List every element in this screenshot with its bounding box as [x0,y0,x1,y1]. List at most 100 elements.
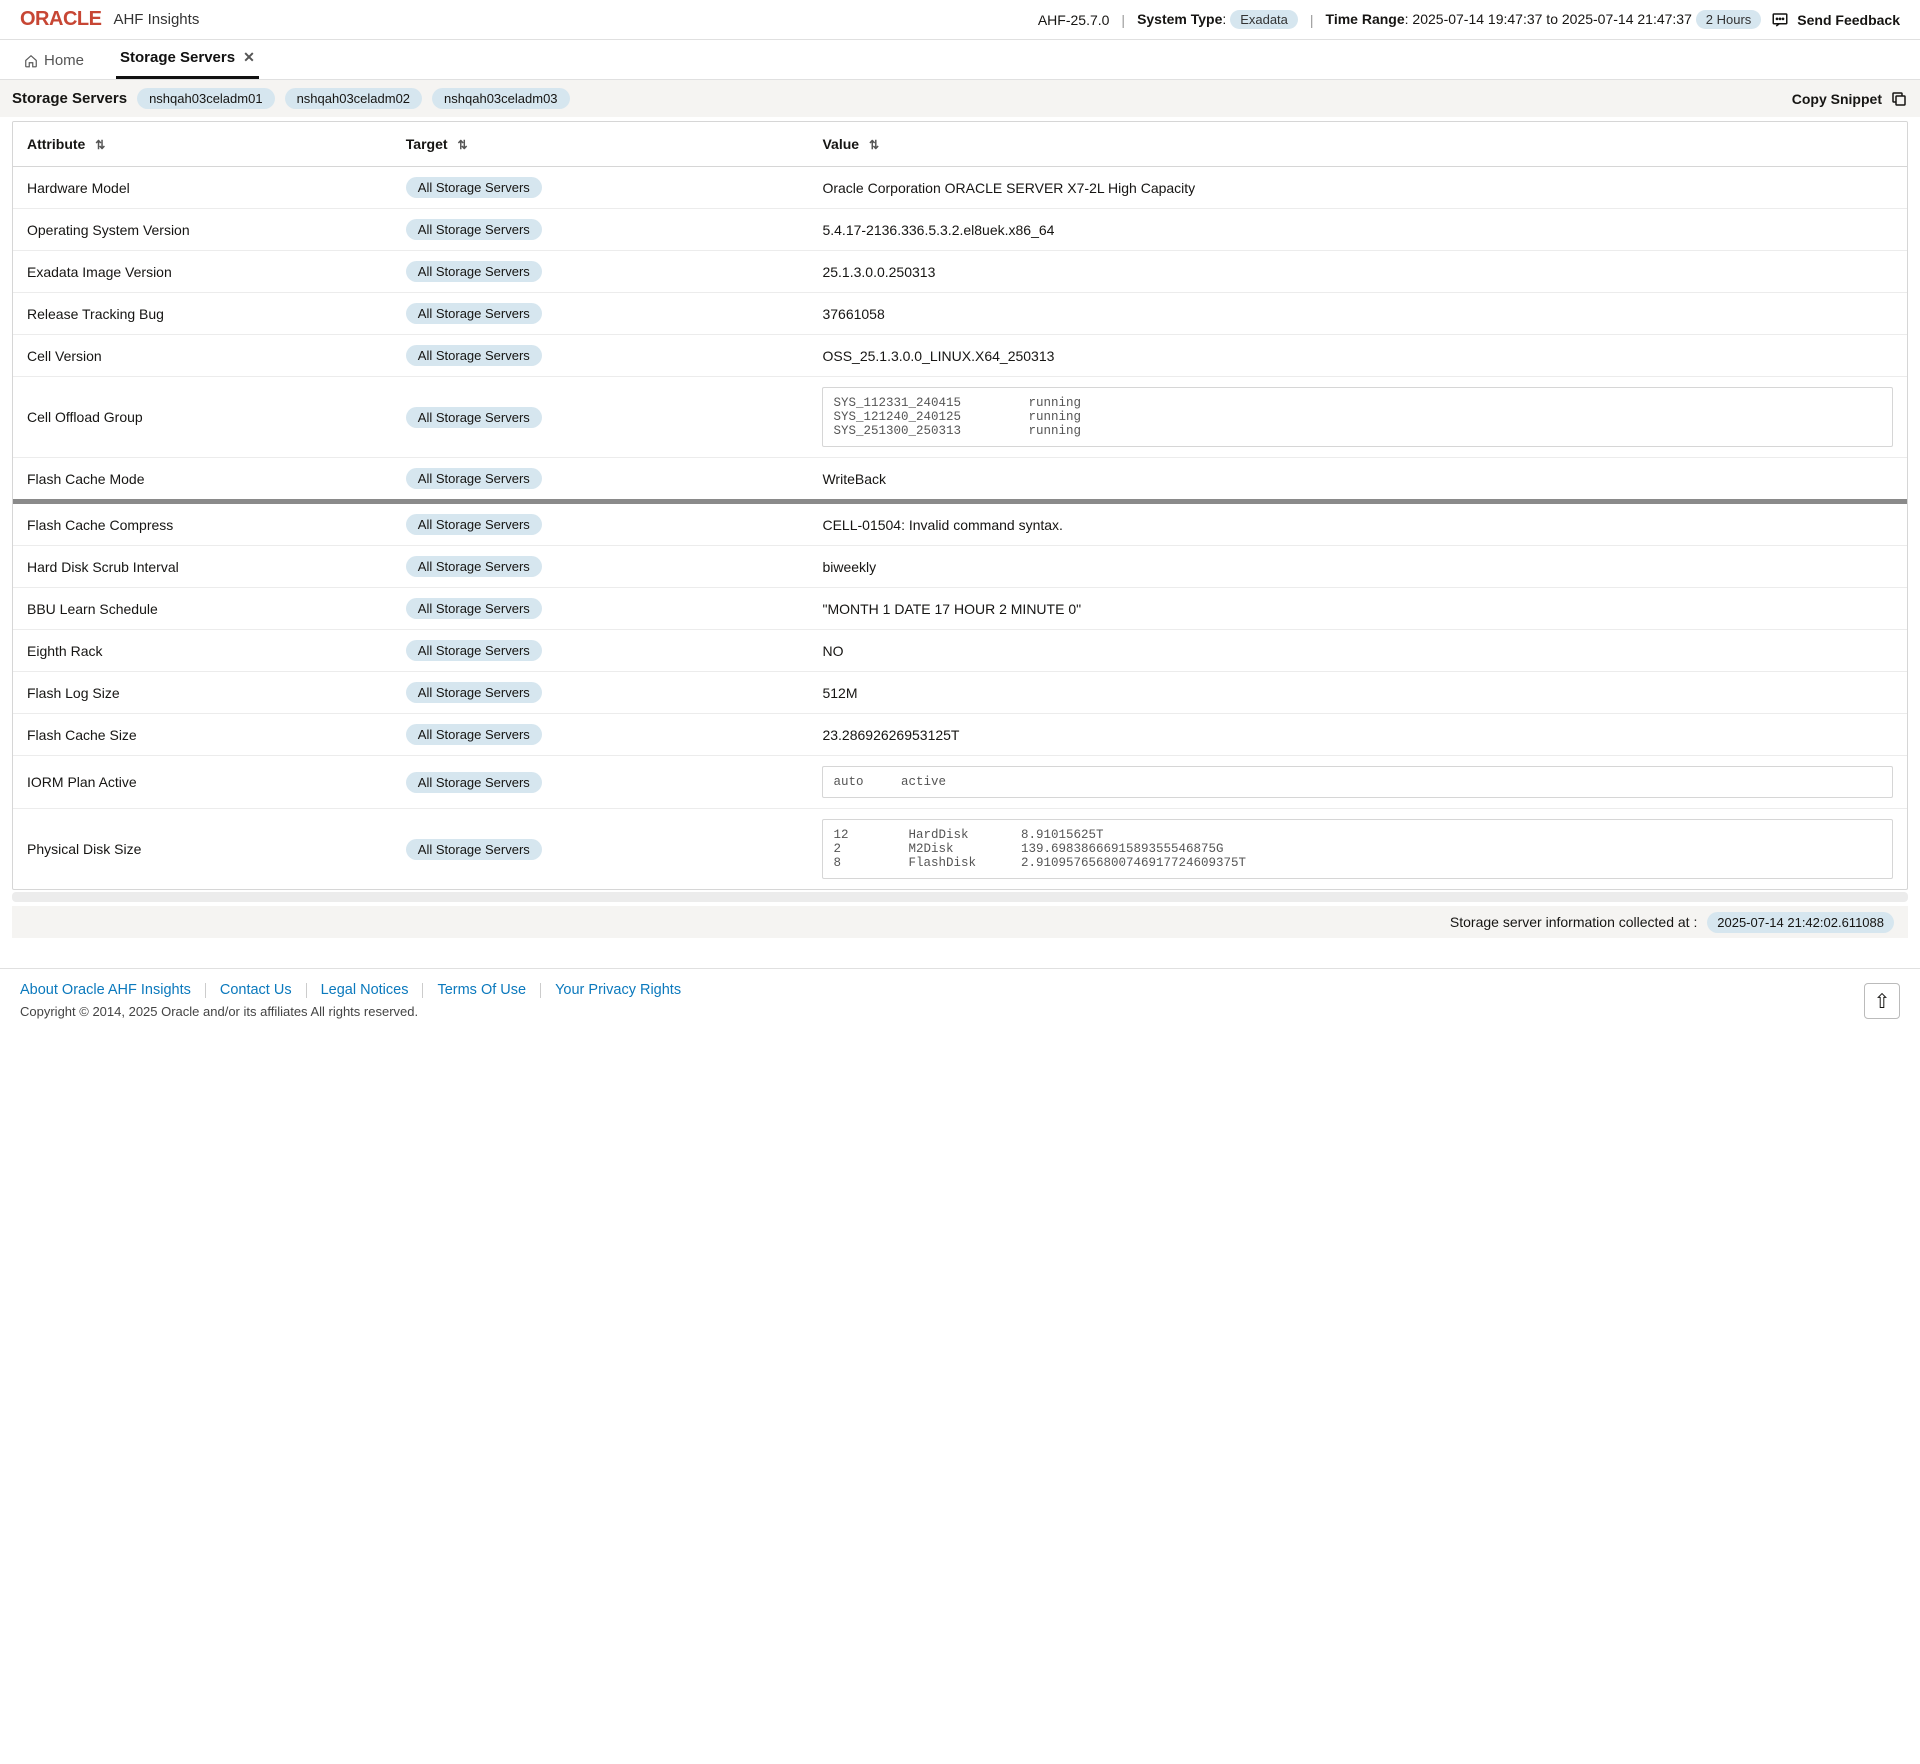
target-pill[interactable]: All Storage Servers [406,303,542,324]
attribute-cell: Release Tracking Bug [13,293,392,335]
page-title: Storage Servers [12,90,127,107]
tab-home[interactable]: Home [20,42,88,79]
target-pill[interactable]: All Storage Servers [406,407,542,428]
col-attribute-label: Attribute [27,136,85,152]
ahf-version: AHF-25.7.0 [1038,12,1110,28]
value-pre: 12 HardDisk 8.91015625T 2 M2Disk 139.698… [822,819,1893,879]
target-cell: All Storage Servers [392,672,809,714]
target-pill[interactable]: All Storage Servers [406,556,542,577]
value-cell: OSS_25.1.3.0.0_LINUX.X64_250313 [808,335,1907,377]
copy-icon [1890,90,1908,108]
table-row: BBU Learn ScheduleAll Storage Servers"MO… [13,588,1907,630]
attribute-cell: Flash Cache Mode [13,458,392,500]
table-row: Release Tracking BugAll Storage Servers3… [13,293,1907,335]
copy-snippet-button[interactable]: Copy Snippet [1792,90,1908,108]
time-window-pill[interactable]: 2 Hours [1696,10,1762,29]
target-pill[interactable]: All Storage Servers [406,772,542,793]
target-pill[interactable]: All Storage Servers [406,219,542,240]
attribute-cell: Flash Cache Size [13,714,392,756]
value-cell: SYS_112331_240415 running SYS_121240_240… [808,377,1907,458]
app-title: AHF Insights [113,11,199,28]
node-pill[interactable]: nshqah03celadm01 [137,88,274,109]
header-meta: AHF-25.7.0 | System Type: Exadata | Time… [1038,10,1761,29]
target-pill[interactable]: All Storage Servers [406,640,542,661]
target-cell: All Storage Servers [392,756,809,809]
footer-link[interactable]: Legal Notices [307,983,424,998]
target-pill[interactable]: All Storage Servers [406,724,542,745]
target-pill[interactable]: All Storage Servers [406,839,542,860]
attribute-cell: Physical Disk Size [13,809,392,890]
value-cell: 23.28692626953125T [808,714,1907,756]
value-cell: WriteBack [808,458,1907,500]
storage-table-bottom: Flash Cache CompressAll Storage ServersC… [13,504,1907,889]
table-row: Physical Disk Size All Storage Servers 12 … [13,809,1907,890]
split-left-icon [12,496,13,508]
send-feedback-label: Send Feedback [1797,12,1900,28]
footer: About Oracle AHF InsightsContact UsLegal… [0,968,1920,1049]
value-cell: NO [808,630,1907,672]
split-right-icon [1907,496,1908,508]
value-cell: Oracle Corporation ORACLE SERVER X7-2L H… [808,167,1907,209]
footer-link[interactable]: Your Privacy Rights [541,983,695,998]
value-cell: biweekly [808,546,1907,588]
tab-home-label: Home [44,52,84,69]
table-row: Flash Cache Mode All Storage Servers Write… [13,458,1907,500]
value-cell: CELL-01504: Invalid command syntax. [808,504,1907,546]
horizontal-scrollbar[interactable] [12,892,1908,902]
value-cell: "MONTH 1 DATE 17 HOUR 2 MINUTE 0" [808,588,1907,630]
table-row: Exadata Image Version All Storage Servers… [13,251,1907,293]
target-cell: All Storage Servers [392,335,809,377]
close-icon[interactable]: ✕ [241,49,255,66]
attribute-cell: Cell Offload Group [13,377,392,458]
col-target[interactable]: Target ⇅ [392,122,809,167]
table-row: Hardware ModelAll Storage ServersOracle … [13,167,1907,209]
node-pill[interactable]: nshqah03celadm02 [285,88,422,109]
footer-link[interactable]: Contact Us [206,983,307,998]
value-cell: 5.4.17-2136.336.5.3.2.el8uek.x86_64 [808,209,1907,251]
target-pill[interactable]: All Storage Servers [406,261,542,282]
attribute-cell: Hard Disk Scrub Interval [13,546,392,588]
col-value[interactable]: Value ⇅ [808,122,1907,167]
target-cell: All Storage Servers [392,251,809,293]
split-resize-bar[interactable] [13,499,1907,504]
table-row: Eighth Rack All Storage Servers NO [13,630,1907,672]
table-row: Cell Offload Group All Storage Servers SYS… [13,377,1907,458]
system-type-label: System Type [1137,11,1222,27]
target-pill[interactable]: All Storage Servers [406,682,542,703]
value-cell: 12 HardDisk 8.91015625T 2 M2Disk 139.698… [808,809,1907,890]
target-cell: All Storage Servers [392,588,809,630]
table-row: Flash Cache Size All Storage Servers 23.28… [13,714,1907,756]
target-pill[interactable]: All Storage Servers [406,345,542,366]
tab-storage-servers[interactable]: Storage Servers ✕ [116,39,259,79]
target-cell: All Storage Servers [392,377,809,458]
footer-link[interactable]: About Oracle AHF Insights [20,983,206,998]
target-pill[interactable]: All Storage Servers [406,177,542,198]
send-feedback-button[interactable]: Send Feedback [1771,11,1900,29]
page-subheader: Storage Servers nshqah03celadm01 nshqah0… [0,80,1920,117]
attribute-cell: Operating System Version [13,209,392,251]
target-pill[interactable]: All Storage Servers [406,514,542,535]
table-row: Flash Log SizeAll Storage Servers512M [13,672,1907,714]
system-type-pill[interactable]: Exadata [1230,10,1298,29]
attribute-cell: Cell Version [13,335,392,377]
target-cell: All Storage Servers [392,209,809,251]
footer-links: About Oracle AHF InsightsContact UsLegal… [20,983,695,998]
target-pill[interactable]: All Storage Servers [406,468,542,489]
value-cell: auto active [808,756,1907,809]
target-cell: All Storage Servers [392,458,809,500]
target-cell: All Storage Servers [392,546,809,588]
col-attribute[interactable]: Attribute ⇅ [13,122,392,167]
copy-snippet-label: Copy Snippet [1792,91,1882,107]
attribute-cell: Eighth Rack [13,630,392,672]
value-pre: auto active [822,766,1893,798]
attribute-cell: Exadata Image Version [13,251,392,293]
target-cell: All Storage Servers [392,714,809,756]
node-pill[interactable]: nshqah03celadm03 [432,88,569,109]
back-to-top-button[interactable]: ⇧ [1864,983,1900,1019]
target-pill[interactable]: All Storage Servers [406,598,542,619]
storage-table-wrap: Attribute ⇅ Target ⇅ Value ⇅ Hardware Mo… [12,121,1908,890]
attribute-cell: Flash Log Size [13,672,392,714]
footer-link[interactable]: Terms Of Use [423,983,541,998]
home-icon [24,54,38,68]
table-row: Flash Cache CompressAll Storage ServersC… [13,504,1907,546]
